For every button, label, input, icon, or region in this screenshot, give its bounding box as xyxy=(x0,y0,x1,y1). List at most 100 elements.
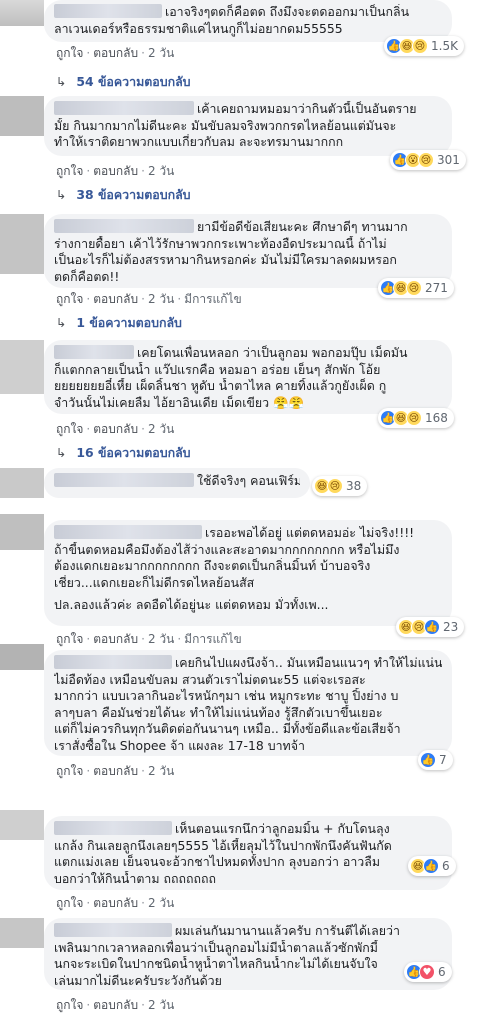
like-link[interactable]: ถูกใจ xyxy=(56,764,83,778)
timestamp[interactable]: 2 วัน xyxy=(148,764,174,778)
timestamp[interactable]: 2 วัน xyxy=(148,632,174,646)
comment-bubble: ยามีข้อดีข้อเสียนะคะ ศึกษาดีๆ ทานมาก ร่า… xyxy=(44,214,452,288)
author-name-redacted[interactable] xyxy=(54,655,172,669)
like-link[interactable]: ถูกใจ xyxy=(56,896,83,910)
author-name-redacted[interactable] xyxy=(54,525,202,539)
reply-arrow-icon: ↳ xyxy=(56,74,67,89)
timestamp[interactable]: 2 วัน xyxy=(148,164,174,178)
edited-label[interactable]: มีการแก้ไข xyxy=(184,292,242,306)
comment-text: ลาเวนเดอร์หรือธรรมชาติแค่ไหนกูก็ไม่อยากด… xyxy=(54,20,343,36)
reaction-count: 271 xyxy=(425,281,448,295)
view-replies-link[interactable]: ↳ 54 ข้อความตอบกลับ xyxy=(56,73,191,92)
avatar[interactable] xyxy=(0,918,44,948)
comment-text: บอกว่าให้กินน้ำตาม ถถถถถถถ xyxy=(54,870,216,886)
reaction-summary[interactable]: 👍 ♥ 6 xyxy=(404,962,452,982)
comment-text: เชี่ยว...แดกเยอะก็ไม่ดีกรดไหลย้อนสัส xyxy=(54,574,255,590)
comment-bubble: ผมเล่นกันมานานแล้วครับ การันตีได้เลยว่า … xyxy=(44,918,452,990)
comment-bubble: เค้าเคยถามหมอมาว่ากินตัวนี้เป็นอันตราย ม… xyxy=(44,96,452,156)
sad-reaction-icon: 😢 xyxy=(406,410,422,426)
comment-actions: ถูกใจ · ตอบกลับ · 2 วัน xyxy=(56,896,175,910)
comment-bubble: เรออะพอได้อยู่ แต่ตดหอมอ่ะ ไม่จริง!!!! ถ… xyxy=(44,520,452,626)
comment-actions: ถูกใจ · ตอบกลับ · 2 วัน xyxy=(56,164,175,178)
like-link[interactable]: ถูกใจ xyxy=(56,46,83,60)
comment-text: เล่นมากไม่ดีนะครับระวังกันด้วย xyxy=(54,972,222,988)
avatar[interactable] xyxy=(0,468,44,498)
reply-link[interactable]: ตอบกลับ xyxy=(93,46,138,60)
comment-text: เพลินมากเวลาหลอกเพื่อนว่าเป็นลูกอมไม่มีน… xyxy=(54,939,378,955)
comment-bubble: เห็นตอนแรกนึกว่าลูกอมมิ้น + กับโดนลุง แก… xyxy=(44,816,452,890)
comment-text: แกล้ง กินเลยลูกนึงเลยๆ5555 ไอ้เหี้ยลุมไว… xyxy=(54,837,392,853)
reply-link[interactable]: ตอบกลับ xyxy=(93,422,138,436)
like-link[interactable]: ถูกใจ xyxy=(56,292,83,306)
comment-actions: ถูกใจ · ตอบกลับ · 2 วัน xyxy=(56,46,175,60)
like-link[interactable]: ถูกใจ xyxy=(56,164,83,178)
avatar[interactable] xyxy=(0,96,44,136)
author-name-redacted[interactable] xyxy=(54,4,162,18)
author-name-redacted[interactable] xyxy=(54,345,134,359)
comment-bubble: เคยกินไปแผงนึงจ้า.. มันเหมือนแนวๆ ทำให้ไ… xyxy=(44,650,452,756)
sad-reaction-icon: 😢 xyxy=(406,280,422,296)
view-replies-link[interactable]: ↳ 1 ข้อความตอบกลับ xyxy=(56,314,182,333)
like-reaction-icon: 👍 xyxy=(424,619,440,635)
timestamp[interactable]: 2 วัน xyxy=(148,896,174,910)
comment-text: นกจะระเบิดในปากชนิดน้ำหูน้ำตาไหลกินน้ำกะ… xyxy=(54,956,378,972)
love-reaction-icon: ♥ xyxy=(419,964,435,980)
reaction-summary[interactable]: 👍 😆 😢 168 xyxy=(378,408,454,428)
comment-text: ก็แตกกลายเป็นน้ำ แว๊ปแรกคือ หอมอา อร่อย … xyxy=(54,361,381,377)
reaction-summary[interactable]: 👍 7 xyxy=(418,750,453,770)
reaction-count: 301 xyxy=(437,153,460,167)
like-link[interactable]: ถูกใจ xyxy=(56,632,83,646)
reaction-count: 7 xyxy=(439,753,447,767)
view-replies-link[interactable]: ↳ 38 ข้อความตอบกลับ xyxy=(56,186,191,205)
view-replies-link[interactable]: ↳ 16 ข้อความตอบกลับ xyxy=(56,444,191,463)
sad-reaction-icon: 😢 xyxy=(412,38,428,54)
comment-text: ผมเล่นกันมานานแล้วครับ การันตีได้เลยว่า xyxy=(175,923,400,938)
comment-text: มากกว่า แบบเวลากินอะไรหนักๆมา เช่น หมูกร… xyxy=(54,688,399,704)
author-name-redacted[interactable] xyxy=(54,821,172,835)
avatar[interactable] xyxy=(0,810,44,840)
avatar[interactable] xyxy=(0,644,44,670)
comment-text: เคยกินไปแผงนึงจ้า.. มันเหมือนแนวๆ ทำให้ไ… xyxy=(175,655,442,670)
reply-link[interactable]: ตอบกลับ xyxy=(93,164,138,178)
timestamp[interactable]: 2 วัน xyxy=(148,998,174,1012)
timestamp[interactable]: 2 วัน xyxy=(148,292,174,306)
comment-text: ต้องแดกเยอะมากกกกกกกก ถึงจะตดเป็นกลิ่นมิ… xyxy=(54,558,371,574)
reaction-summary[interactable]: 😆 😢 👍 23 xyxy=(396,617,465,637)
edited-label[interactable]: มีการแก้ไข xyxy=(184,632,242,646)
author-name-redacted[interactable] xyxy=(54,923,172,937)
comment-bubble: ใช้ดีจริงๆ คอนเฟิร์ม! xyxy=(44,468,310,498)
reply-link[interactable]: ตอบกลับ xyxy=(93,896,138,910)
reaction-summary[interactable]: 👍 😆 😢 271 xyxy=(378,278,454,298)
comment-text: ทำให้เราติดยาพวกแบบเกี่ยวกับลม ละจะทรมาน… xyxy=(54,134,344,150)
like-link[interactable]: ถูกใจ xyxy=(56,422,83,436)
author-name-redacted[interactable] xyxy=(54,473,194,487)
reaction-summary[interactable]: 👍 😮 😢 301 xyxy=(390,150,466,170)
comment-text: เอาจริงๆตดก็คือตด ถึงมึงจะตดออกมาเป็นกลิ… xyxy=(165,4,410,19)
reaction-count: 38 xyxy=(346,479,362,493)
reply-link[interactable]: ตอบกลับ xyxy=(93,764,138,778)
comment-text: มั้ย กินมากมากไม่ดีนะคะ มันขับลมจริงพวกก… xyxy=(54,117,397,133)
author-name-redacted[interactable] xyxy=(54,219,194,233)
sad-reaction-icon: 😢 xyxy=(327,478,343,494)
sad-reaction-icon: 😢 xyxy=(418,152,434,168)
comment-bubble: เคยโดนเพื่อนหลอก ว่าเป็นลูกอม พอกอมปุ๊บ … xyxy=(44,340,452,414)
author-name-redacted[interactable] xyxy=(54,101,194,115)
timestamp[interactable]: 2 วัน xyxy=(148,46,174,60)
timestamp[interactable]: 2 วัน xyxy=(148,422,174,436)
avatar[interactable] xyxy=(0,514,44,550)
reaction-summary[interactable]: 😆 👍 6 xyxy=(408,856,456,876)
avatar[interactable] xyxy=(0,214,44,274)
comment-text: เราสั่งซื้อใน Shopee จ้า แผงละ 17-18 บาท… xyxy=(54,737,305,753)
comment-text: เรออะพอได้อยู่ แต่ตดหอมอ่ะ ไม่จริง!!!! xyxy=(205,525,415,540)
avatar[interactable] xyxy=(0,0,44,26)
comment-text: เห็นตอนแรกนึกว่าลูกอมมิ้น + กับโดนลุง xyxy=(175,821,390,836)
reply-link[interactable]: ตอบกลับ xyxy=(93,292,138,306)
reaction-summary[interactable]: 😆 😢 38 xyxy=(312,476,368,496)
like-link[interactable]: ถูกใจ xyxy=(56,998,83,1012)
reaction-summary[interactable]: 👍 😆 😢 1.5K xyxy=(384,36,464,56)
reply-link[interactable]: ตอบกลับ xyxy=(93,632,138,646)
avatar[interactable] xyxy=(0,340,44,394)
reply-arrow-icon: ↳ xyxy=(56,187,67,202)
reply-link[interactable]: ตอบกลับ xyxy=(93,998,138,1012)
reply-arrow-icon: ↳ xyxy=(56,315,67,330)
